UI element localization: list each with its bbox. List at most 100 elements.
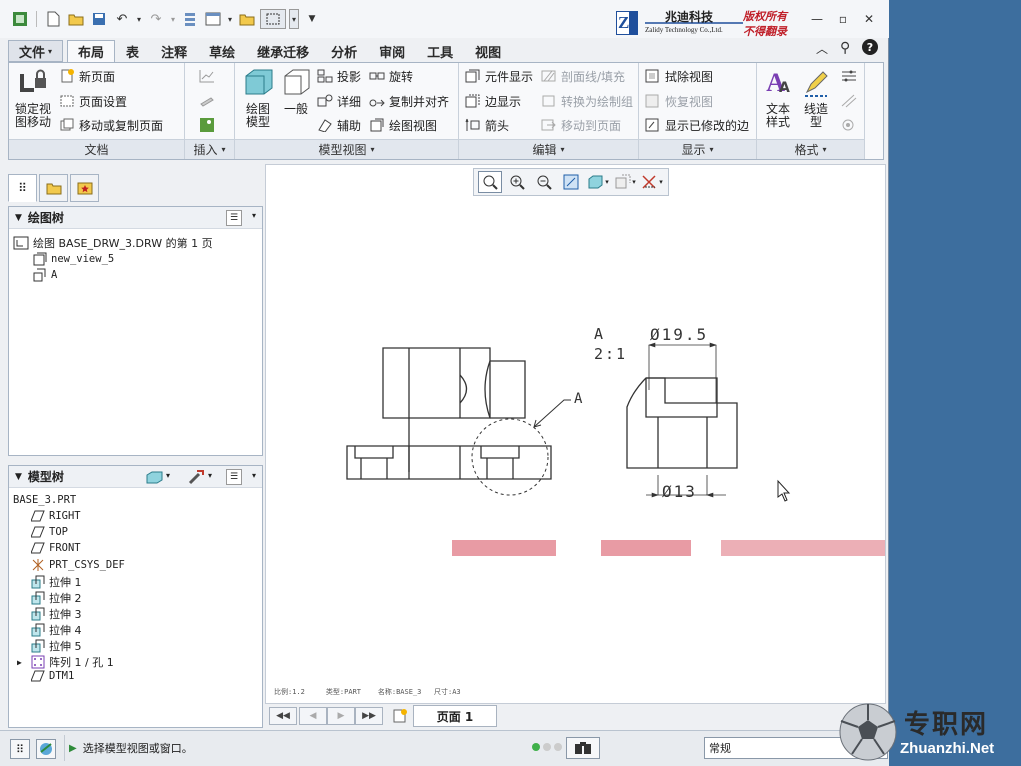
model-display-dropdown-icon[interactable]: ▾	[166, 471, 170, 480]
erase-view-button[interactable]: 拭除视图	[645, 66, 713, 86]
browser-toggle-icon[interactable]	[36, 739, 56, 759]
zoom-out-icon[interactable]	[532, 171, 556, 193]
move-to-page-button[interactable]: 移动到页面	[541, 115, 621, 135]
model-display-icon[interactable]	[145, 470, 163, 487]
expand-icon[interactable]: ▶	[17, 658, 27, 667]
tree-tools-dropdown-icon[interactable]: ▾	[208, 471, 212, 480]
undo-dropdown-icon[interactable]: ▾	[135, 9, 143, 29]
tree-item-extrude[interactable]: 拉伸 1	[31, 574, 82, 590]
open-icon[interactable]	[66, 9, 86, 29]
find-icon[interactable]	[566, 737, 600, 759]
windows-icon[interactable]	[203, 9, 223, 29]
display-style-icon[interactable]: ▾	[586, 171, 610, 193]
tree-item-extrude[interactable]: 拉伸 3	[31, 606, 82, 622]
repaint-icon[interactable]	[559, 171, 583, 193]
detail-button[interactable]: 详细	[317, 91, 361, 111]
tab-legacy-migration[interactable]: 继承迁移	[246, 40, 320, 62]
next-page-button[interactable]: ▶	[327, 707, 355, 725]
windows-dropdown-icon[interactable]: ▾	[226, 9, 234, 29]
page-tab[interactable]: 页面 1	[413, 705, 497, 727]
tree-item-extrude[interactable]: 拉伸 5	[31, 638, 82, 654]
dimension-diameter-19-5[interactable]: Ø19.5	[650, 325, 708, 344]
auxiliary-button[interactable]: 辅助	[317, 115, 361, 135]
page-setup-button[interactable]: 页面设置	[59, 91, 127, 111]
save-icon[interactable]	[89, 9, 109, 29]
show-modified-edges-button[interactable]: 显示已修改的边	[645, 115, 749, 135]
new-icon[interactable]	[43, 9, 63, 29]
last-page-button[interactable]: ▶▶	[355, 707, 383, 725]
tab-folder-browser[interactable]	[39, 174, 68, 202]
dimension-diameter-13[interactable]: Ø13	[662, 482, 697, 501]
tab-model-tree[interactable]: ⠿	[8, 174, 37, 202]
tree-item-datum-plane[interactable]: DTM1	[31, 670, 74, 682]
tree-item-drawing-page[interactable]: 绘图 BASE_DRW_3.DRW 的第 1 页	[13, 235, 213, 251]
group-label-model-views[interactable]: 模型视图 ▾	[235, 139, 458, 159]
group-label-display[interactable]: 显示 ▾	[639, 139, 756, 159]
tree-settings-icon[interactable]: ☰	[226, 210, 242, 226]
tree-item-view[interactable]: new_view_5	[33, 252, 114, 266]
copy-align-button[interactable]: 复制并对齐	[369, 91, 449, 111]
redo-dropdown-icon[interactable]: ▾	[169, 9, 177, 29]
group-label-insert[interactable]: 插入 ▾	[185, 139, 234, 159]
tab-analysis[interactable]: 分析	[320, 40, 368, 62]
maximize-button[interactable]: ▫	[832, 10, 854, 28]
prev-page-button[interactable]: ◀	[299, 707, 327, 725]
edge-display-button[interactable]: 边显示	[465, 91, 521, 111]
model-tree-settings-icon[interactable]: ☰	[226, 469, 242, 485]
tab-tools[interactable]: 工具	[416, 40, 464, 62]
move-copy-page-button[interactable]: 移动或复制页面	[59, 115, 163, 135]
tab-file[interactable]: 文件 ▾	[8, 40, 64, 62]
minimize-button[interactable]: —	[806, 10, 828, 28]
component-display-button[interactable]: 元件显示	[465, 66, 533, 86]
search-icon[interactable]: ⚲	[840, 40, 850, 56]
redo-icon[interactable]: ↷	[146, 9, 166, 29]
tab-annotate[interactable]: 注释	[150, 40, 198, 62]
drawing-canvas[interactable]: A 2:1 Ø19.5 Ø13 A 比例:1.2 类型:PART 名称:BASE…	[265, 164, 886, 704]
refit-icon[interactable]	[478, 171, 502, 193]
first-page-button[interactable]: ◀◀	[269, 707, 297, 725]
tree-settings-dropdown-icon[interactable]: ▾	[252, 211, 256, 220]
tree-item-extrude[interactable]: 拉伸 4	[31, 622, 82, 638]
zoom-in-icon[interactable]	[505, 171, 529, 193]
app-icon[interactable]	[10, 9, 30, 29]
undo-icon[interactable]: ↶	[112, 9, 132, 29]
hatch-pattern-button[interactable]	[841, 91, 857, 111]
tab-table[interactable]: 表	[115, 40, 150, 62]
regenerate-icon[interactable]	[180, 9, 200, 29]
insert-image-button[interactable]	[199, 115, 215, 135]
tree-item-part[interactable]: BASE_3.PRT	[13, 494, 76, 506]
select-box-icon[interactable]	[260, 9, 286, 29]
tree-item-datum-plane[interactable]: TOP	[31, 526, 68, 538]
resume-view-button[interactable]: 恢复视图	[645, 91, 713, 111]
group-label-format[interactable]: 格式 ▾	[757, 139, 864, 159]
tab-sketch[interactable]: 草绘	[198, 40, 246, 62]
drawing-tree-header[interactable]: ▼ 绘图树 ☰ ▾	[9, 207, 262, 229]
insert-object-button[interactable]	[199, 91, 215, 111]
hatch-fill-button[interactable]: 剖面线/填充	[541, 66, 625, 86]
tab-layout[interactable]: 布局	[67, 40, 116, 62]
close-button[interactable]: ✕	[858, 10, 880, 28]
drawing-model-button[interactable]: 绘图 模型	[237, 67, 279, 129]
new-page-tab-icon[interactable]	[391, 707, 409, 725]
minimize-ribbon-icon[interactable]: ︿	[816, 40, 828, 57]
group-label-edit[interactable]: 编辑 ▾	[459, 139, 638, 159]
help-icon[interactable]: ?	[862, 39, 878, 55]
convert-to-draft-group-button[interactable]: 转换为绘制组	[541, 91, 633, 111]
lock-view-move-button[interactable]: 锁定视 图移动	[11, 67, 55, 129]
tree-item-extrude[interactable]: 拉伸 2	[31, 590, 82, 606]
tree-item-csys[interactable]: PRT_CSYS_DEF	[31, 558, 125, 572]
tab-review[interactable]: 审阅	[368, 40, 416, 62]
tree-tools-icon[interactable]	[187, 469, 205, 488]
general-view-button[interactable]: 一般	[279, 67, 313, 116]
customize-icon[interactable]: ▼	[302, 9, 322, 29]
model-tree-header[interactable]: ▼ 模型树 ▾ ▾ ☰ ▾	[9, 466, 262, 488]
tree-item-detail-a[interactable]: A	[33, 268, 57, 282]
datum-display-icon[interactable]: ▾	[613, 171, 637, 193]
tab-favorites[interactable]	[70, 174, 99, 202]
model-tree-settings-dropdown-icon[interactable]: ▾	[252, 471, 256, 480]
new-page-button[interactable]: 新页面	[59, 66, 115, 86]
tree-item-datum-plane[interactable]: RIGHT	[31, 510, 81, 522]
line-style-button[interactable]: 线造 型	[799, 67, 833, 129]
projection-button[interactable]: 投影	[317, 66, 361, 86]
drawing-view-button[interactable]: 绘图视图	[369, 115, 437, 135]
